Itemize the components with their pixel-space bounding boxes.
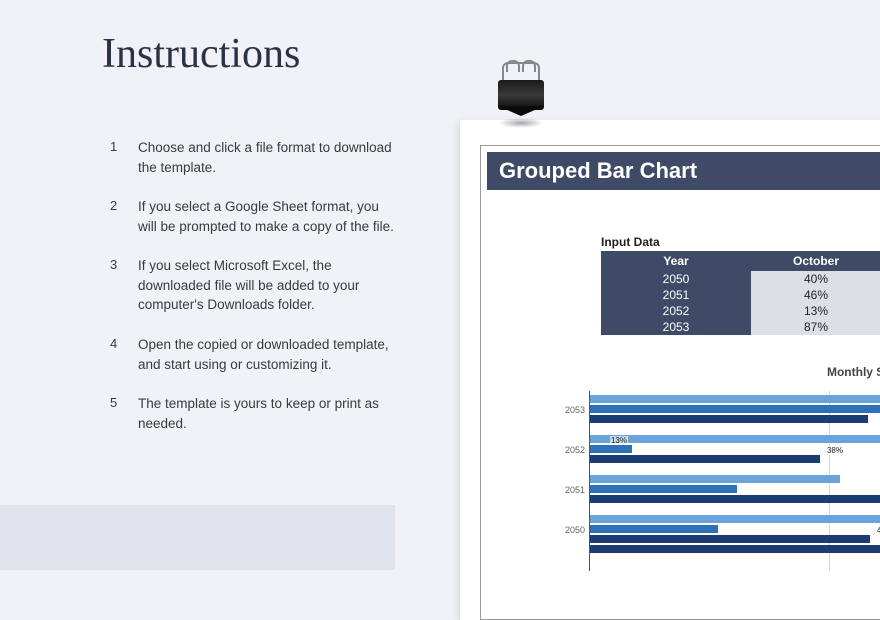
input-data-section: Input Data Year October 205040% 205146% … <box>601 235 880 335</box>
year-cell: 2053 <box>601 319 751 335</box>
year-cell: 2052 <box>601 303 751 319</box>
instruction-text: Choose and click a file format to downlo… <box>138 140 392 175</box>
instruction-item: 1 Choose and click a file format to downl… <box>110 138 400 177</box>
input-data-label: Input Data <box>601 235 880 249</box>
data-label: 40% <box>876 526 880 535</box>
sheet-title: Grouped Bar Chart <box>487 152 880 190</box>
instruction-text: If you select a Google Sheet format, you… <box>138 199 394 234</box>
binder-clip-icon <box>498 62 544 122</box>
bar <box>590 475 840 483</box>
chart-area: Monthly Social Media 2053 2052 13% 38% <box>561 365 880 571</box>
instruction-item: 4 Open the copied or downloaded template,… <box>110 335 400 374</box>
bar <box>590 515 880 523</box>
bar <box>590 485 737 493</box>
instructions-list: 1 Choose and click a file format to downl… <box>110 138 400 433</box>
table-row: 205146% <box>601 287 880 303</box>
table-row: 205040% <box>601 271 880 287</box>
table-row: 205213% <box>601 303 880 319</box>
value-cell: 46% <box>751 287 880 303</box>
bar <box>590 525 718 533</box>
bar-group-2052: 2052 13% 38% <box>561 435 880 465</box>
table-row: 205387% <box>601 319 880 335</box>
year-cell: 2051 <box>601 287 751 303</box>
instruction-number: 3 <box>110 256 117 275</box>
chart-title: Monthly Social Media <box>561 365 880 379</box>
template-preview: Grouped Bar Chart Input Data Year Octobe… <box>460 120 880 620</box>
value-cell: 40% <box>751 271 880 287</box>
y-label: 2052 <box>561 445 585 455</box>
value-cell: 87% <box>751 319 880 335</box>
instruction-number: 2 <box>110 197 117 216</box>
bar: 13% <box>590 445 632 453</box>
grouped-bar-chart: 2053 2052 13% 38% 2051 46% <box>561 391 880 571</box>
y-label: 2050 <box>561 525 585 535</box>
instructions-panel: Instructions 1 Choose and click a file fo… <box>0 0 440 453</box>
table-header-row: Year October <box>601 251 880 271</box>
bar: 40% <box>590 535 870 543</box>
page-title: Instructions <box>102 30 400 78</box>
value-cell: 13% <box>751 303 880 319</box>
bar <box>590 415 868 423</box>
bar-group-2051: 2051 46% <box>561 475 880 505</box>
instruction-text: Open the copied or downloaded template, … <box>138 337 389 372</box>
bar-group-2053: 2053 <box>561 395 880 425</box>
bar: 49% <box>590 545 880 553</box>
instruction-number: 4 <box>110 335 117 354</box>
instruction-number: 5 <box>110 394 117 413</box>
bar <box>590 395 880 403</box>
bar: 38% <box>590 455 820 463</box>
instruction-number: 1 <box>110 138 117 157</box>
y-label: 2051 <box>561 485 585 495</box>
instruction-item: 2 If you select a Google Sheet format, yo… <box>110 197 400 236</box>
year-header: Year <box>601 251 751 271</box>
data-label: 13% <box>610 436 628 445</box>
bar <box>590 435 880 443</box>
bar-group-2050: 2050 40% 49% <box>561 515 880 545</box>
instruction-text: The template is yours to keep or print a… <box>138 396 379 431</box>
data-label: 38% <box>826 446 844 455</box>
spreadsheet-preview: Grouped Bar Chart Input Data Year Octobe… <box>480 145 880 620</box>
y-label: 2053 <box>561 405 585 415</box>
decorative-accent <box>0 505 395 570</box>
instruction-item: 3 If you select Microsoft Excel, the down… <box>110 256 400 315</box>
bar: 46% <box>590 495 880 503</box>
bar <box>590 405 880 413</box>
october-header: October <box>751 251 880 271</box>
data-table: Year October 205040% 205146% 205213% 205… <box>601 251 880 335</box>
year-cell: 2050 <box>601 271 751 287</box>
instruction-text: If you select Microsoft Excel, the downl… <box>138 258 359 312</box>
instruction-item: 5 The template is yours to keep or print … <box>110 394 400 433</box>
